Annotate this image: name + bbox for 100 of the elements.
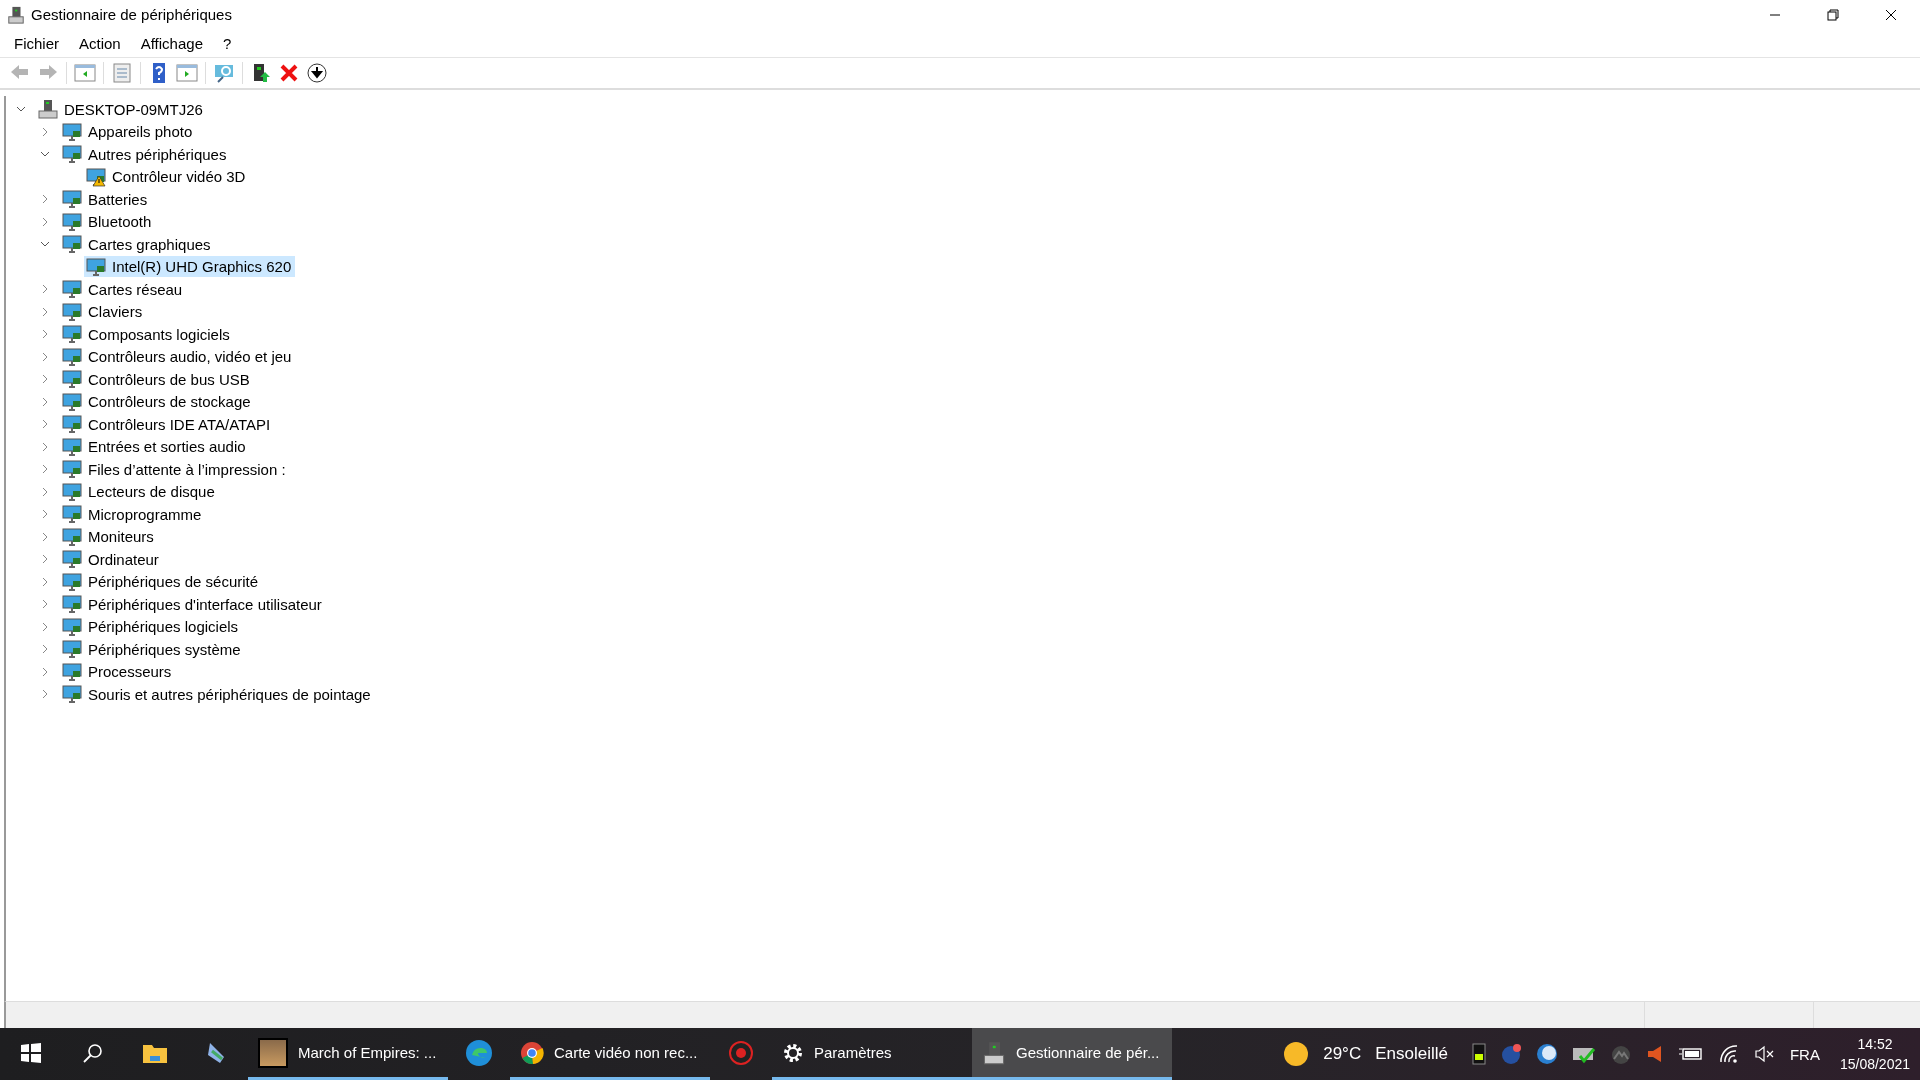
monitor-icon — [62, 121, 82, 142]
wifi-icon[interactable] — [1717, 1044, 1740, 1064]
tree-item[interactable]: Périphériques d'interface utilisateur — [60, 593, 326, 615]
menu-item[interactable]: Affichage — [132, 31, 211, 55]
tree-item[interactable]: Périphériques système — [60, 638, 245, 660]
expand-chevron-icon[interactable] — [40, 351, 50, 362]
minimize-icon — [1770, 13, 1780, 16]
tree-item[interactable]: Lecteurs de disque — [60, 481, 219, 503]
expand-chevron-icon[interactable] — [40, 374, 50, 385]
tree-item[interactable]: Autres périphériques — [60, 143, 231, 165]
tree-item[interactable]: Contrôleurs IDE ATA/ATAPI — [60, 413, 275, 435]
tree-item[interactable]: Files d’attente à l’impression : — [60, 458, 290, 480]
expand-chevron-icon[interactable] — [40, 621, 50, 632]
taskbar-button[interactable]: March of Empires: ... — [248, 1028, 448, 1080]
monitor-icon — [62, 571, 82, 592]
disable-icon — [306, 62, 328, 84]
taskbar-button[interactable]: Carte vidéo non rec... — [510, 1028, 710, 1080]
monitor-icon — [62, 144, 82, 165]
tree-label: Contrôleurs audio, vidéo et jeu — [88, 348, 292, 366]
monitor-icon — [62, 549, 82, 570]
chrome-icon — [520, 1040, 544, 1065]
edge-icon — [464, 1037, 494, 1068]
tree-item[interactable]: Cartes réseau — [60, 278, 187, 300]
tree-label: Lecteurs de disque — [88, 483, 215, 501]
tree-item[interactable]: Claviers — [60, 301, 147, 323]
tree-item[interactable]: DESKTOP-09MTJ26 — [36, 98, 207, 120]
expand-chevron-icon[interactable] — [40, 441, 50, 452]
menu-item[interactable]: ? — [215, 31, 240, 55]
tree-label: Autres périphériques — [88, 145, 227, 163]
tree-label: Contrôleurs de stockage — [88, 393, 251, 411]
monitor-icon — [62, 436, 82, 457]
tree-label: Batteries — [88, 190, 148, 208]
tree-label: Périphériques système — [88, 640, 241, 658]
expand-chevron-icon[interactable] — [40, 194, 50, 205]
expand-chevron-icon[interactable] — [40, 419, 50, 430]
tree-item[interactable]: Moniteurs — [60, 526, 158, 548]
tree-item[interactable]: Cartes graphiques — [60, 233, 215, 255]
search-icon — [82, 1041, 104, 1064]
tree-label: Cartes graphiques — [88, 235, 211, 253]
tree-item[interactable]: Ordinateur — [60, 548, 163, 570]
tree-item[interactable]: Contrôleurs audio, vidéo et jeu — [60, 346, 296, 368]
monitor-icon — [62, 234, 82, 255]
tree-item[interactable]: Contrôleur vidéo 3D — [84, 166, 250, 188]
action-pane-icon — [176, 62, 198, 84]
monitor-icon — [62, 481, 82, 502]
expand-chevron-icon[interactable] — [40, 306, 50, 317]
tree-item[interactable]: Bluetooth — [60, 211, 156, 233]
menu-item[interactable]: Fichier — [6, 31, 67, 55]
clock-time[interactable]: 14:52 — [1857, 1034, 1893, 1054]
tree-label: Bluetooth — [88, 213, 152, 231]
windows-icon — [20, 1041, 42, 1064]
tree-item[interactable]: Intel(R) UHD Graphics 620 — [84, 256, 296, 278]
clock-date[interactable]: 15/08/2021 — [1839, 1054, 1910, 1074]
expand-chevron-icon[interactable] — [40, 644, 50, 655]
expand-chevron-icon[interactable] — [40, 599, 50, 610]
tree-item[interactable]: Microprogramme — [60, 503, 206, 525]
tree-label: Appareils photo — [88, 123, 193, 141]
gear-icon — [782, 1041, 804, 1064]
tree-item[interactable]: Périphériques de sécurité — [60, 571, 263, 593]
expand-chevron-icon[interactable] — [40, 576, 50, 587]
tree-item[interactable]: Appareils photo — [60, 121, 197, 143]
tree-item[interactable]: Composants logiciels — [60, 323, 234, 345]
tree-label: Intel(R) UHD Graphics 620 — [112, 258, 292, 276]
expand-chevron-icon[interactable] — [40, 486, 50, 497]
language-indicator[interactable]: FRA — [1789, 1045, 1820, 1063]
expand-chevron-icon[interactable] — [40, 284, 50, 295]
expand-chevron-icon[interactable] — [40, 509, 50, 520]
tree-item[interactable]: Entrées et sorties audio — [60, 436, 250, 458]
monitor-icon — [62, 324, 82, 345]
expand-chevron-icon[interactable] — [40, 689, 50, 700]
tree-item[interactable]: Périphériques logiciels — [60, 616, 243, 638]
expand-chevron-icon[interactable] — [40, 464, 50, 475]
tree-item[interactable]: Batteries — [60, 188, 152, 210]
game-thumbnail — [258, 1037, 288, 1068]
tree-item[interactable]: Processeurs — [60, 661, 176, 683]
expand-chevron-icon[interactable] — [40, 666, 50, 677]
tree-label: Ordinateur — [88, 550, 159, 568]
expand-chevron-icon[interactable] — [40, 531, 50, 542]
expand-chevron-icon[interactable] — [40, 216, 50, 227]
tree-item[interactable]: Contrôleurs de bus USB — [60, 368, 254, 390]
monitor-icon — [62, 684, 82, 705]
tree-label: Processeurs — [88, 663, 172, 681]
expand-chevron-icon[interactable] — [40, 126, 50, 137]
taskbar-button[interactable]: Gestionnaire de pér... — [972, 1028, 1172, 1080]
expand-chevron-icon[interactable] — [40, 554, 50, 565]
menu-item[interactable]: Action — [71, 31, 129, 55]
tree-label: Périphériques de sécurité — [88, 573, 259, 591]
monitor-icon — [62, 616, 82, 637]
tree-item[interactable]: Souris et autres périphériques de pointage — [60, 683, 375, 705]
expand-chevron-icon[interactable] — [40, 329, 50, 340]
expand-chevron-icon[interactable] — [40, 396, 50, 407]
speaker-icon[interactable] — [1645, 1044, 1664, 1064]
tree-item[interactable]: Contrôleurs de stockage — [60, 391, 255, 413]
battery-icon[interactable] — [1677, 1046, 1704, 1062]
mountain-icon[interactable] — [1609, 1044, 1632, 1064]
muted-speaker-icon[interactable] — [1753, 1044, 1776, 1064]
traffic-light-icon[interactable] — [1471, 1043, 1486, 1065]
sun-icon — [1283, 1041, 1310, 1067]
monitor-icon — [62, 189, 82, 210]
weather-temperature: 29°C — [1323, 1044, 1362, 1064]
